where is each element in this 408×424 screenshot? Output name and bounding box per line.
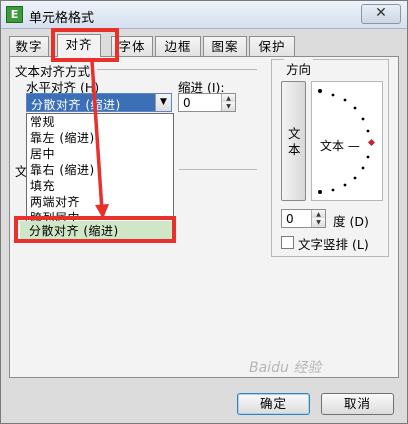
cell-format-dialog: E 单元格格式 ✕ 数字 对齐 字体 边框 图案 保护 文本对齐方式 水平对齐 … [0,0,408,424]
annotation-arrow [90,60,109,219]
